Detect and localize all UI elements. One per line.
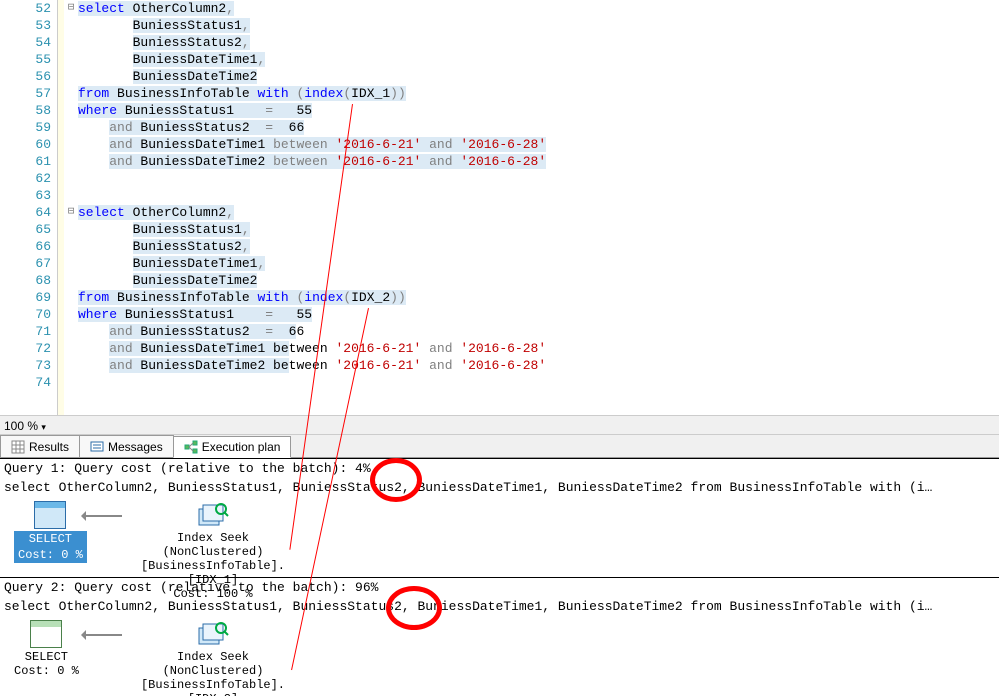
- tab-execution-plan[interactable]: Execution plan: [173, 436, 292, 458]
- index-seek-icon: [197, 620, 229, 648]
- sql-editor[interactable]: 5253545556575859606162636465666768697071…: [0, 0, 999, 415]
- plan-diagram-2[interactable]: SELECT Cost: 0 % Index Seek (NonClustere…: [0, 616, 999, 696]
- tab-plan-label: Execution plan: [202, 440, 281, 454]
- message-icon: [90, 440, 104, 454]
- dropdown-icon[interactable]: ▾: [41, 422, 46, 432]
- plan-icon: [184, 440, 198, 454]
- seek-cost: Cost: 100 %: [128, 587, 298, 601]
- zoom-level[interactable]: 100 % ▾: [0, 415, 999, 435]
- seek-title: Index Seek (NonClustered): [128, 531, 298, 559]
- seek-object: [BusinessInfoTable].[IDX_2]: [128, 678, 298, 696]
- select-label: SELECT: [14, 531, 87, 547]
- seek-title: Index Seek (NonClustered): [128, 650, 298, 678]
- select-label: SELECT: [14, 650, 79, 664]
- plan-arrow: [82, 634, 122, 636]
- select-node[interactable]: SELECT Cost: 0 %: [14, 620, 79, 678]
- tab-messages-label: Messages: [108, 440, 163, 454]
- fold-column[interactable]: ⊟⊟: [64, 0, 78, 415]
- tab-results[interactable]: Results: [0, 435, 80, 457]
- plan-header-1: Query 1: Query cost (relative to the bat…: [0, 459, 999, 478]
- tab-results-label: Results: [29, 440, 69, 454]
- line-number-gutter: 5253545556575859606162636465666768697071…: [0, 0, 58, 415]
- plan-query-1: Query 1: Query cost (relative to the bat…: [0, 458, 999, 577]
- zoom-value: 100 %: [4, 419, 38, 433]
- code-area[interactable]: select OtherColumn2, BuniessStatus1, Bun…: [78, 0, 999, 415]
- seek-object: [BusinessInfoTable].[IDX_1]: [128, 559, 298, 587]
- index-seek-node[interactable]: Index Seek (NonClustered) [BusinessInfoT…: [128, 620, 298, 696]
- tab-messages[interactable]: Messages: [79, 435, 174, 457]
- select-cost: Cost: 0 %: [14, 547, 87, 563]
- plan-sql-1: select OtherColumn2, BuniessStatus1, Bun…: [0, 478, 999, 497]
- execution-plan-area[interactable]: Query 1: Query cost (relative to the bat…: [0, 458, 999, 696]
- index-seek-icon: [197, 501, 229, 529]
- results-tabs: Results Messages Execution plan: [0, 435, 999, 458]
- plan-diagram-1[interactable]: SELECT Cost: 0 % Index Seek (NonClustere…: [0, 497, 999, 577]
- index-seek-node[interactable]: Index Seek (NonClustered) [BusinessInfoT…: [128, 501, 298, 601]
- select-cost: Cost: 0 %: [14, 664, 79, 678]
- select-icon: [30, 620, 62, 648]
- plan-arrow: [82, 515, 122, 517]
- select-icon: [34, 501, 66, 529]
- grid-icon: [11, 440, 25, 454]
